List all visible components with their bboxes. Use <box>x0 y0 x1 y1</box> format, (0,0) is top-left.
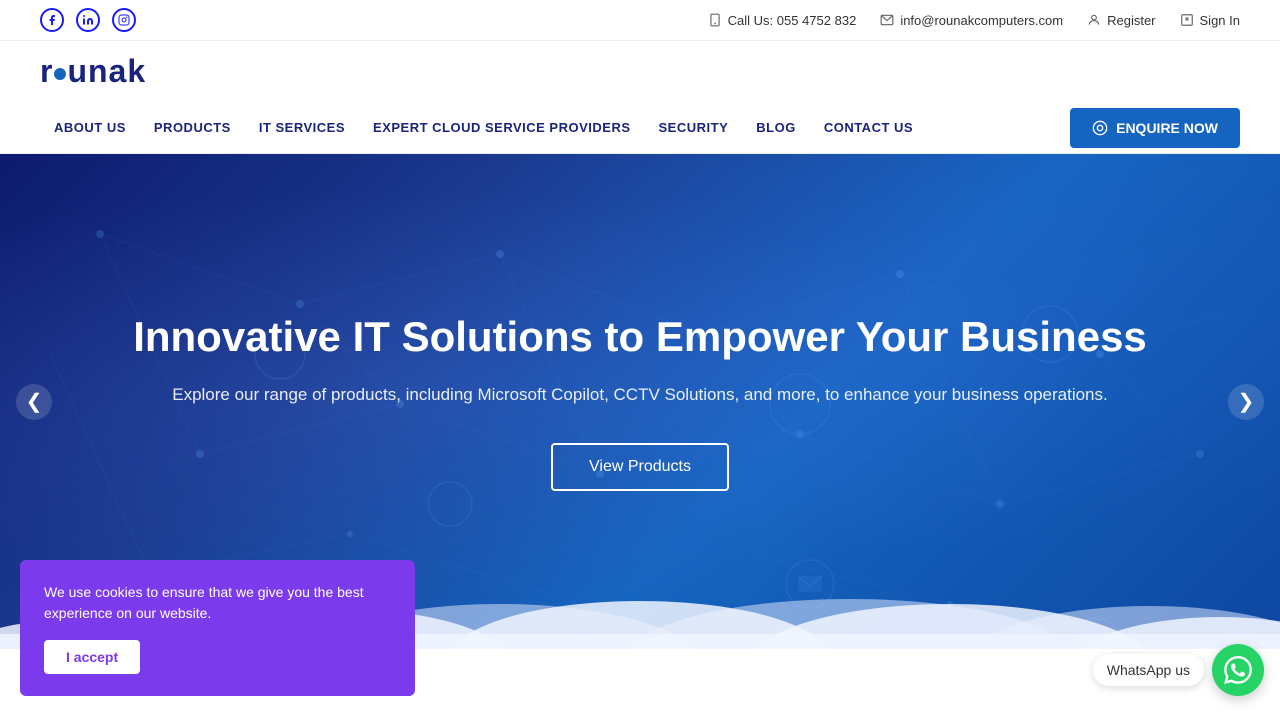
facebook-icon[interactable] <box>40 8 64 32</box>
email-info: info@rounakcomputers.com <box>880 13 1063 28</box>
cookie-banner: We use cookies to ensure that we give yo… <box>20 560 415 696</box>
top-right-info: Call Us: 055 4752 832 info@rounakcompute… <box>708 13 1240 28</box>
cookie-accept-button[interactable]: I accept <box>44 640 140 674</box>
view-products-button[interactable]: View Products <box>551 443 729 491</box>
navigation: ABOUT US PRODUCTS IT SERVICES EXPERT CLO… <box>0 102 1280 154</box>
instagram-icon[interactable] <box>112 8 136 32</box>
signin-link[interactable]: Sign In <box>1180 13 1240 28</box>
whatsapp-widget: WhatsApp us <box>1093 644 1264 696</box>
logo-dot <box>54 68 66 80</box>
register-link[interactable]: Register <box>1087 13 1155 28</box>
nav-contact[interactable]: CONTACT US <box>810 102 927 153</box>
nav-links: ABOUT US PRODUCTS IT SERVICES EXPERT CLO… <box>40 102 1070 153</box>
nav-cloud[interactable]: EXPERT CLOUD SERVICE PROVIDERS <box>359 102 644 153</box>
carousel-prev-button[interactable]: ❮ <box>16 384 52 420</box>
phone-info: Call Us: 055 4752 832 <box>708 13 857 28</box>
hero-title: Innovative IT Solutions to Empower Your … <box>133 312 1147 362</box>
hero-subtitle: Explore our range of products, including… <box>133 382 1147 408</box>
whatsapp-icon <box>1224 656 1252 684</box>
hero-content: Innovative IT Solutions to Empower Your … <box>33 312 1247 492</box>
enquire-button[interactable]: ENQUIRE NOW <box>1070 108 1240 148</box>
top-bar: Call Us: 055 4752 832 info@rounakcompute… <box>0 0 1280 41</box>
enquire-icon <box>1092 120 1108 136</box>
nav-blog[interactable]: BLOG <box>742 102 810 153</box>
nav-about[interactable]: ABOUT US <box>40 102 140 153</box>
cookie-message: We use cookies to ensure that we give yo… <box>44 582 391 624</box>
whatsapp-label: WhatsApp us <box>1093 654 1204 686</box>
whatsapp-button[interactable] <box>1212 644 1264 696</box>
linkedin-icon[interactable] <box>76 8 100 32</box>
nav-products[interactable]: PRODUCTS <box>140 102 245 153</box>
logo[interactable]: runak <box>40 53 146 90</box>
header: runak <box>0 41 1280 102</box>
nav-it-services[interactable]: IT SERVICES <box>245 102 359 153</box>
carousel-next-button[interactable]: ❯ <box>1228 384 1264 420</box>
nav-security[interactable]: SECURITY <box>645 102 743 153</box>
social-icons <box>40 8 136 32</box>
